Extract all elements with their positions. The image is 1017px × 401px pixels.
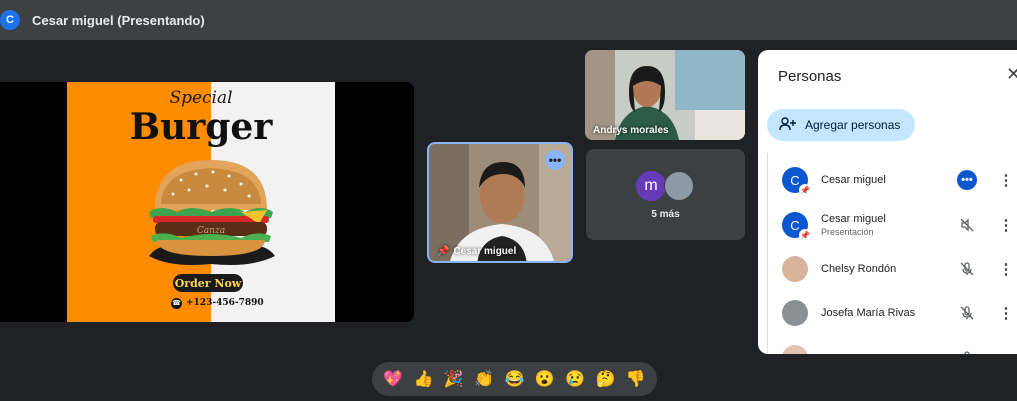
person-row[interactable]: Josefa María Rivas ⋮ [782,293,1017,333]
reaction-laugh[interactable]: 😂 [501,369,527,389]
pin-icon: 📌 [799,229,811,241]
reaction-thumbs-down[interactable]: 👎 [623,369,649,389]
tile-name-cesar: 📌 Cesar miguel [437,246,516,257]
phone-icon: ☎ [171,297,182,309]
more-participants-tile[interactable]: m 5 más [586,149,745,240]
add-person-icon [779,116,797,134]
person-subtitle: Presentación [821,227,874,237]
pin-icon: 📌 [799,184,811,196]
person-name: Chelsy Rondón [821,263,897,275]
participant-tile-andrys[interactable]: Andrys morales [585,50,745,140]
presenter-avatar: C [0,10,20,30]
close-icon[interactable]: ✕ [1006,64,1017,85]
reaction-sad[interactable]: 😢 [562,369,588,389]
burger-slide: Special Burger Canza Order Now ☎ +123-45… [67,82,335,322]
mic-off-icon[interactable] [957,348,977,354]
slide-main-title: Burger [129,106,273,148]
tile-name-andrys: Andrys morales [593,125,669,136]
people-panel-title: Personas [778,68,842,85]
more-participants-count: 5 más [651,209,680,220]
reaction-heart[interactable]: 💖 [380,369,406,389]
person-row[interactable]: C 📌 Cesar miguel ••• ⋮ [782,160,1017,200]
person-row[interactable]: C 📌 Cesar miguel Presentación ⋮ [782,205,1017,245]
slide-script-title: Special [169,88,233,108]
presenting-title: Cesar miguel (Presentando) [32,13,205,28]
slide-phone-row: ☎ +123-456-7890 [171,296,264,310]
burger-image: Canza [149,160,275,265]
tile-more-options-button[interactable]: ••• [545,150,565,170]
meeting-top-bar: C Cesar miguel (Presentando) [0,0,1017,40]
reaction-surprised[interactable]: 😮 [532,369,558,389]
mic-off-icon[interactable] [957,259,977,279]
person-name: Cesar miguel [821,213,886,225]
shared-screen[interactable]: Special Burger Canza Order Now ☎ +123-45… [0,82,414,322]
kebab-menu-icon[interactable]: ⋮ [999,170,1014,190]
more-options-icon[interactable]: ••• [957,170,977,190]
add-people-button[interactable]: Agregar personas [767,109,915,141]
person-row-partial[interactable] [782,338,1017,354]
reaction-thinking[interactable]: 🤔 [592,369,618,389]
person-avatar [782,256,808,282]
reaction-clap[interactable]: 👏 [471,369,497,389]
participant-tile-cesar[interactable]: ••• 📌 Cesar miguel [427,142,573,263]
audio-off-icon[interactable] [957,215,977,235]
kebab-menu-icon[interactable]: ⋮ [999,215,1014,235]
pin-icon: 📌 [437,246,450,257]
reactions-bar: 💖 👍 🎉 👏 😂 😮 😢 🤔 👎 [372,362,657,396]
add-people-label: Agregar personas [805,118,901,132]
reaction-party[interactable]: 🎉 [441,369,467,389]
person-name: Cesar miguel [821,174,886,186]
kebab-menu-icon[interactable]: ⋮ [999,303,1014,323]
person-avatar: C 📌 [782,167,811,196]
participant-avatar-m: m [636,171,666,201]
person-row[interactable]: Chelsy Rondón ⋮ [782,249,1017,289]
list-divider [767,153,768,354]
person-avatar: C 📌 [782,212,811,241]
participant-avatar-photo [664,171,694,201]
more-participants-avatars: m [636,171,694,201]
people-panel: Personas ✕ Agregar personas C 📌 Cesar mi… [758,50,1017,354]
order-now-badge: Order Now [173,274,243,292]
tile-name-label: Cesar miguel [453,246,517,257]
mic-off-icon[interactable] [957,303,977,323]
reaction-thumbs-up[interactable]: 👍 [410,369,436,389]
person-avatar [782,300,808,326]
person-avatar [782,345,808,354]
person-name: Josefa María Rivas [821,307,916,319]
kebab-menu-icon[interactable]: ⋮ [999,259,1014,279]
slide-phone-number: +123-456-7890 [186,298,264,308]
